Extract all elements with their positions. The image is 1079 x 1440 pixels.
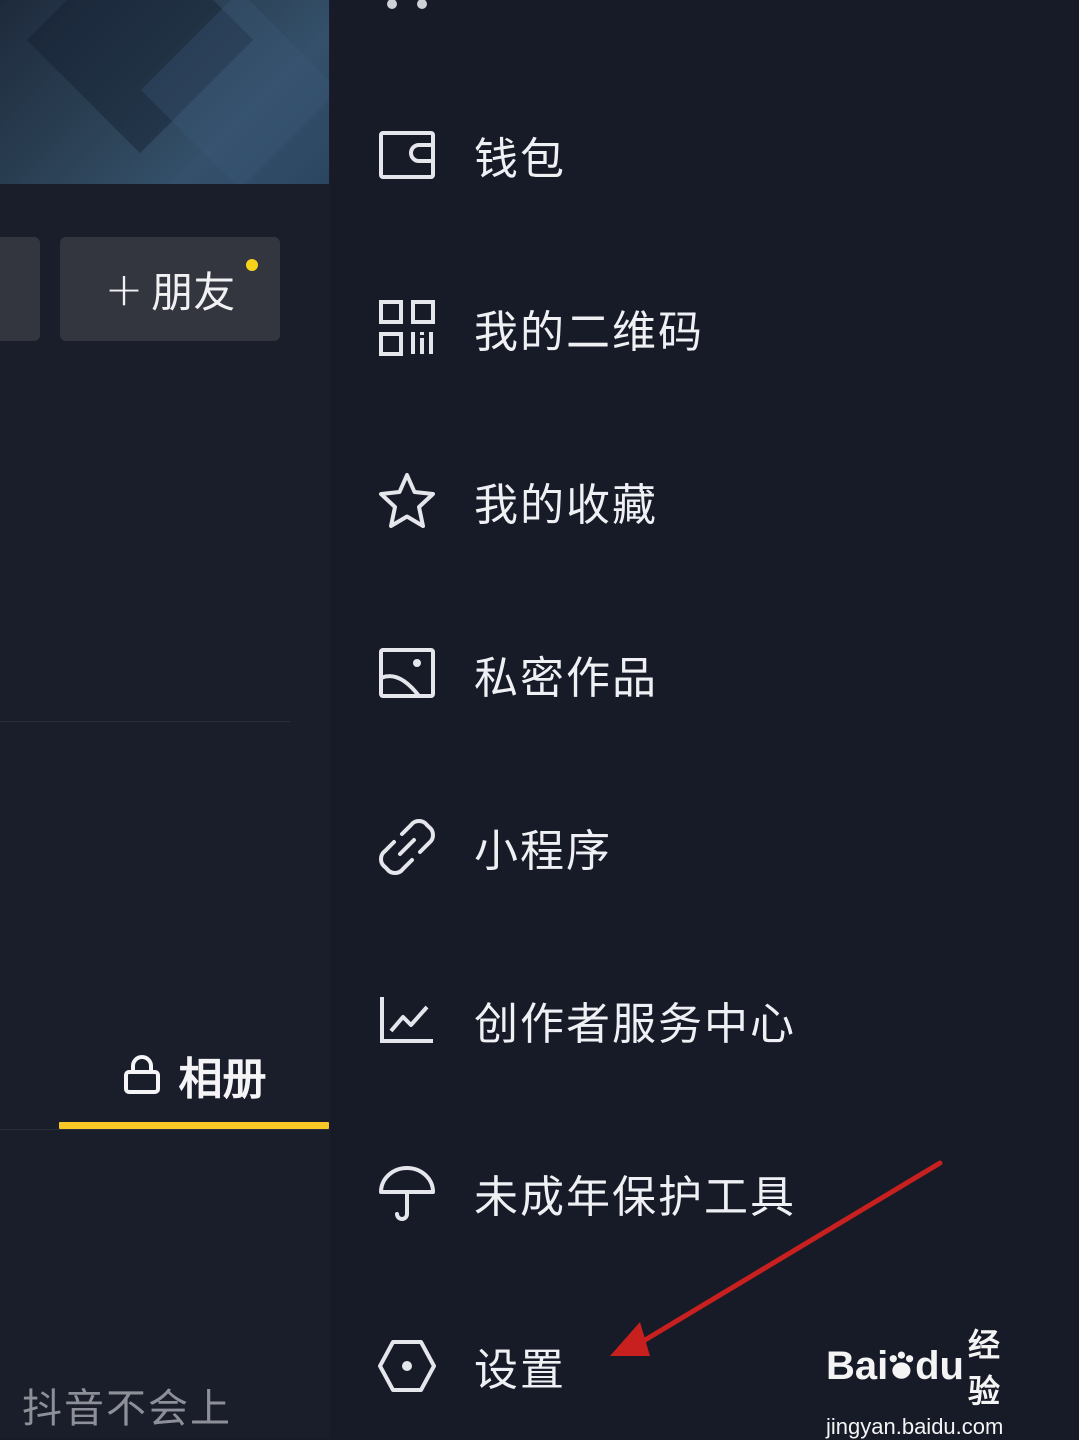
menu-item-label: 设置 bbox=[474, 1345, 566, 1396]
baidu-watermark: Bai du 经验 jingyan.baidu.com bbox=[826, 1320, 1026, 1439]
profile-background: + 朋友 相册 抖音不会上 bbox=[0, 0, 330, 1438]
image-icon bbox=[377, 644, 437, 704]
link-icon bbox=[377, 817, 437, 877]
menu-item-label: 创作者服务中心 bbox=[474, 999, 796, 1050]
notification-dot bbox=[246, 259, 258, 271]
edit-profile-button[interactable] bbox=[0, 237, 40, 341]
menu-item-label: 未成年保护工具 bbox=[474, 1172, 796, 1223]
menu-item-label: 小程序 bbox=[474, 826, 612, 877]
menu-item-label: 私密作品 bbox=[474, 653, 658, 704]
chart-icon bbox=[377, 990, 437, 1050]
menu-item-minor-protection[interactable]: 未成年保护工具 bbox=[330, 1138, 1079, 1248]
side-drawer-menu: 钱包 我的二维码 我的收藏 私密作品 小程序 创作者服务中心 未成年保护工具 设… bbox=[330, 0, 1079, 1438]
menu-item-favorites[interactable]: 我的收藏 bbox=[330, 446, 1079, 556]
qr-code-icon bbox=[377, 298, 437, 358]
star-icon bbox=[377, 471, 437, 531]
settings-hexagon-icon bbox=[377, 1336, 437, 1396]
umbrella-icon bbox=[377, 1163, 437, 1223]
watermark-url: jingyan.baidu.com bbox=[826, 1414, 1004, 1439]
wallet-icon bbox=[377, 125, 437, 185]
watermark-brand: Bai bbox=[826, 1343, 889, 1388]
menu-item-label: 钱包 bbox=[474, 134, 566, 185]
lock-icon bbox=[123, 1055, 160, 1094]
tab-album-label: 相册 bbox=[178, 1054, 267, 1105]
menu-item-mini-programs[interactable]: 小程序 bbox=[330, 792, 1079, 902]
menu-item-label: 我的收藏 bbox=[474, 480, 658, 531]
add-friend-button[interactable]: + 朋友 bbox=[60, 237, 280, 341]
profile-cover-image bbox=[0, 0, 329, 184]
menu-item-private-works[interactable]: 私密作品 bbox=[330, 619, 1079, 729]
menu-item-creator-center[interactable]: 创作者服务中心 bbox=[330, 965, 1079, 1075]
tab-divider bbox=[0, 1129, 330, 1130]
menu-item-qr-code[interactable]: 我的二维码 bbox=[330, 273, 1079, 383]
menu-item-wallet[interactable]: 钱包 bbox=[330, 100, 1079, 210]
more-dots-icon bbox=[387, 0, 427, 9]
menu-item-label: 我的二维码 bbox=[474, 307, 704, 358]
add-friend-label: 朋友 bbox=[151, 267, 236, 317]
plus-icon: + bbox=[104, 262, 144, 316]
watermark-brand-suffix: du bbox=[915, 1343, 964, 1388]
tab-album[interactable]: 相册 bbox=[60, 1030, 329, 1120]
video-caption: 抖音不会上 bbox=[22, 1386, 232, 1432]
watermark-brand-cn: 经验 bbox=[967, 1327, 1000, 1409]
active-tab-indicator bbox=[59, 1122, 329, 1129]
divider bbox=[0, 721, 290, 722]
paw-icon bbox=[889, 1351, 914, 1379]
